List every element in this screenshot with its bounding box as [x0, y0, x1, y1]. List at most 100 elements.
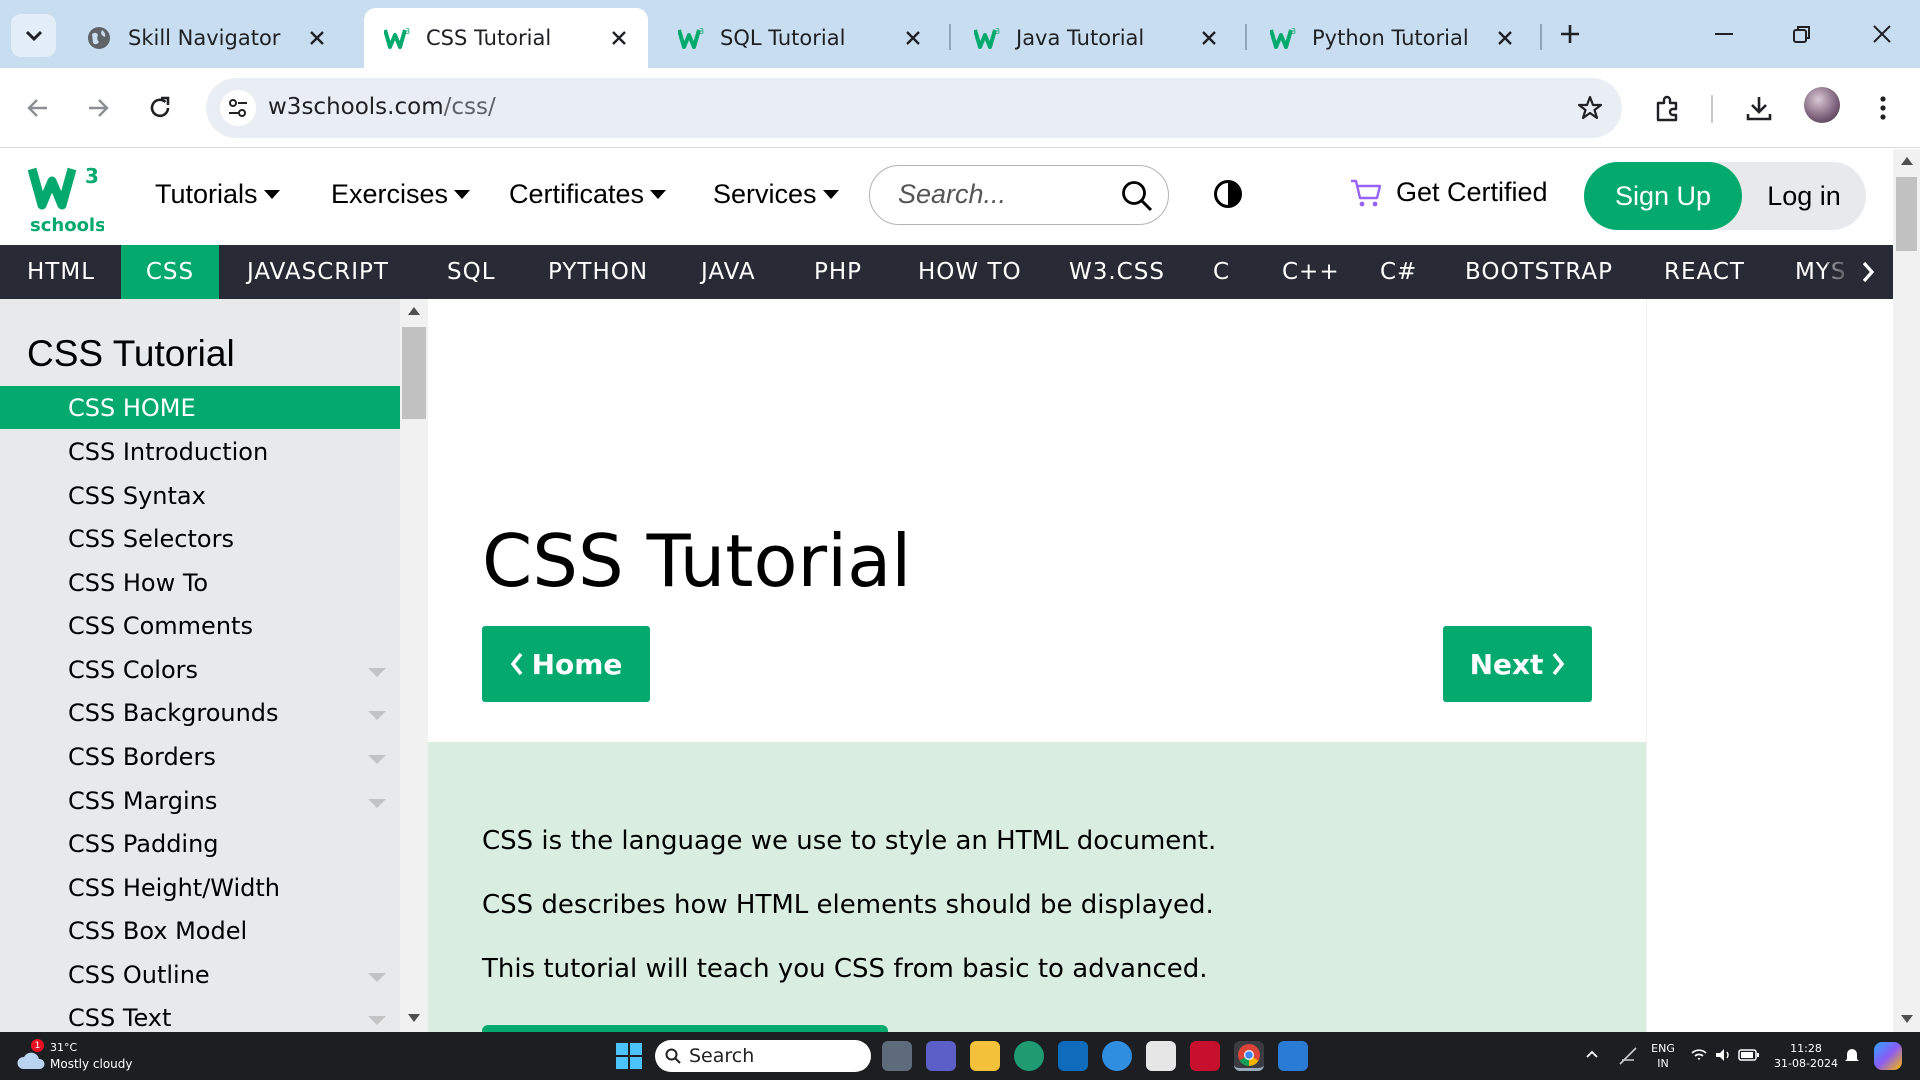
profile-avatar[interactable] — [1804, 87, 1840, 123]
restore-button[interactable] — [1778, 12, 1826, 56]
sidebar-item-css-outline[interactable]: CSS Outline — [0, 953, 400, 996]
topnav-item-how-to[interactable]: HOW TO — [918, 245, 1022, 299]
start-learning-button[interactable] — [482, 1025, 888, 1032]
topnav-item-python[interactable]: PYTHON — [548, 245, 648, 299]
help-icon[interactable] — [1102, 1041, 1132, 1071]
tab-java-tutorial[interactable]: 3 Java Tutorial — [954, 8, 1238, 68]
nav-certificates[interactable]: Certificates — [509, 179, 667, 210]
minimize-button[interactable] — [1700, 12, 1748, 56]
close-icon[interactable] — [606, 25, 632, 51]
topnav-item-csharp[interactable]: C# — [1380, 245, 1417, 299]
taskbar-search[interactable]: Search — [655, 1040, 871, 1072]
page-scroll-thumb[interactable] — [1896, 177, 1917, 251]
search-icon[interactable] — [1120, 179, 1154, 213]
close-window-button[interactable] — [1858, 12, 1906, 56]
scroll-down-arrow-icon[interactable] — [408, 1014, 420, 1022]
browser-menu-button[interactable] — [1860, 85, 1906, 131]
topnav-item-java[interactable]: JAVA — [701, 245, 756, 299]
task-view-icon[interactable] — [882, 1041, 912, 1071]
topnav-scroll-right[interactable] — [1827, 245, 1893, 299]
tab-skill-navigator[interactable]: Skill Navigator — [66, 8, 346, 68]
nav-services[interactable]: Services — [713, 179, 839, 210]
scroll-up-arrow-icon[interactable] — [408, 307, 420, 315]
close-icon[interactable] — [304, 25, 330, 51]
topnav-item-sql[interactable]: SQL — [447, 245, 496, 299]
new-tab-button[interactable] — [1546, 12, 1594, 56]
topnav-item-html[interactable]: HTML — [0, 245, 122, 299]
close-icon[interactable] — [1196, 25, 1222, 51]
next-button[interactable]: Next — [1443, 626, 1592, 702]
sidebar-item-css-height-width[interactable]: CSS Height/Width — [0, 866, 400, 909]
w3schools-logo[interactable]: 3 schools — [27, 161, 106, 237]
topnav-item-php[interactable]: PHP — [814, 245, 862, 299]
topnav-item-css[interactable]: CSS — [121, 245, 219, 299]
home-button[interactable]: Home — [482, 626, 650, 702]
log-in-button[interactable]: Log in — [1742, 162, 1866, 230]
forward-button[interactable] — [75, 85, 121, 131]
nav-tutorials[interactable]: Tutorials — [155, 179, 280, 210]
extensions-button[interactable] — [1645, 85, 1691, 131]
get-certified-link[interactable]: Get Certified — [1350, 177, 1548, 208]
expand-caret-icon[interactable] — [368, 755, 386, 764]
expand-caret-icon[interactable] — [368, 973, 386, 982]
topnav-item-w3css[interactable]: W3.CSS — [1069, 245, 1165, 299]
bookmark-star-icon[interactable] — [1572, 90, 1608, 126]
file-explorer-icon[interactable] — [970, 1041, 1000, 1071]
chrome-icon[interactable] — [1234, 1041, 1264, 1071]
store-icon[interactable] — [1146, 1041, 1176, 1071]
expand-caret-icon[interactable] — [368, 711, 386, 720]
sidebar-scroll-thumb[interactable] — [402, 327, 426, 419]
tab-css-tutorial[interactable]: 3 CSS Tutorial — [364, 8, 648, 68]
sidebar-item-css-comments[interactable]: CSS Comments — [0, 604, 400, 647]
topnav-item-bootstrap[interactable]: BOOTSTRAP — [1465, 245, 1613, 299]
sidebar-item-css-borders[interactable]: CSS Borders — [0, 735, 400, 778]
topnav-item-react[interactable]: REACT — [1664, 245, 1745, 299]
sidebar-item-css-how-to[interactable]: CSS How To — [0, 561, 400, 604]
sidebar-item-css-margins[interactable]: CSS Margins — [0, 779, 400, 822]
mcafee-icon[interactable] — [1190, 1041, 1220, 1071]
sidebar-item-css-box-model[interactable]: CSS Box Model — [0, 909, 400, 952]
contrast-toggle-icon[interactable] — [1214, 180, 1242, 208]
back-button[interactable] — [15, 85, 61, 131]
sidebar-scrollbar[interactable] — [400, 299, 428, 1032]
page-scrollbar[interactable] — [1893, 149, 1920, 1032]
site-info-icon[interactable] — [220, 90, 256, 126]
notification-bell-icon[interactable] — [1844, 1047, 1860, 1065]
scroll-down-arrow-icon[interactable] — [1901, 1015, 1913, 1023]
topnav-item-c[interactable]: C — [1213, 245, 1230, 299]
downloads-button[interactable] — [1736, 85, 1782, 131]
tab-search-button[interactable] — [11, 14, 56, 57]
close-icon[interactable] — [900, 25, 926, 51]
copilot-icon[interactable] — [1874, 1042, 1902, 1070]
reload-button[interactable] — [137, 85, 183, 131]
windows-start-icon[interactable] — [614, 1041, 644, 1071]
nav-exercises[interactable]: Exercises — [331, 179, 471, 210]
sidebar-item-css-home[interactable]: CSS HOME — [0, 386, 400, 429]
language-indicator[interactable]: ENG IN — [1648, 1041, 1678, 1071]
sidebar-item-css-padding[interactable]: CSS Padding — [0, 822, 400, 865]
edge-icon[interactable] — [1014, 1041, 1044, 1071]
sidebar-item-css-selectors[interactable]: CSS Selectors — [0, 517, 400, 560]
tab-python-tutorial[interactable]: 3 Python Tutorial — [1250, 8, 1534, 68]
chevron-up-icon[interactable] — [1586, 1050, 1598, 1058]
weather-widget[interactable]: 1 31°C Mostly cloudy — [16, 1039, 176, 1075]
battery-icon[interactable] — [1738, 1048, 1760, 1062]
expand-caret-icon[interactable] — [368, 1016, 386, 1025]
sidebar-item-css-introduction[interactable]: CSS Introduction — [0, 430, 400, 473]
address-bar[interactable]: w3schools.com/css/ — [206, 78, 1622, 138]
volume-icon[interactable] — [1714, 1046, 1732, 1064]
sidebar-item-css-text[interactable]: CSS Text — [0, 996, 400, 1032]
teams-icon[interactable] — [926, 1041, 956, 1071]
site-search-input[interactable]: Search... — [869, 165, 1169, 225]
tab-sql-tutorial[interactable]: 3 SQL Tutorial — [658, 8, 942, 68]
expand-caret-icon[interactable] — [368, 668, 386, 677]
myhp-icon[interactable] — [1058, 1041, 1088, 1071]
wifi-icon[interactable] — [1690, 1046, 1708, 1064]
topnav-item-cpp[interactable]: C++ — [1282, 245, 1340, 299]
scroll-up-arrow-icon[interactable] — [1901, 157, 1913, 165]
close-icon[interactable] — [1492, 25, 1518, 51]
photos-icon[interactable] — [1278, 1041, 1308, 1071]
topnav-item-javascript[interactable]: JAVASCRIPT — [247, 245, 389, 299]
sidebar-item-css-syntax[interactable]: CSS Syntax — [0, 474, 400, 517]
sign-up-button[interactable]: Sign Up — [1584, 162, 1742, 230]
